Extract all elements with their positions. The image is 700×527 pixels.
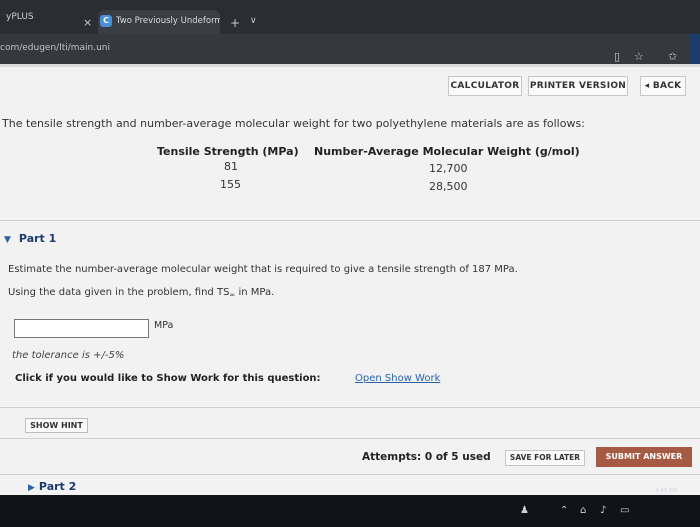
close-tab-icon[interactable]: × xyxy=(83,16,92,29)
section-divider xyxy=(0,407,700,408)
problem-intro: The tensile strength and number-average … xyxy=(2,117,585,130)
top-divider xyxy=(0,64,700,67)
caret-down-icon: ▼ xyxy=(4,235,11,245)
scroll-accent xyxy=(690,34,700,64)
part-2-title: Part 2 xyxy=(38,480,77,493)
battery-icon[interactable]: ▭ xyxy=(620,505,629,516)
section-divider xyxy=(0,220,700,221)
part-2-header[interactable]: ▶ Part 2 xyxy=(28,480,76,493)
answer-unit-label: MPa xyxy=(154,320,174,331)
open-show-work-link[interactable]: Open Show Work xyxy=(355,373,440,384)
table-cell: 155 xyxy=(220,178,241,191)
show-work-prompt: Click if you would like to Show Work for… xyxy=(15,373,321,384)
person-icon[interactable]: ♟ xyxy=(520,505,529,516)
network-icon[interactable]: ⌂ xyxy=(580,505,586,516)
tab-favicon-icon: C xyxy=(100,15,112,27)
table-cell: 28,500 xyxy=(429,180,468,193)
chevron-up-icon[interactable]: ⌃ xyxy=(560,505,568,516)
url-field[interactable]: com/edugen/lti/main.uni xyxy=(0,43,110,53)
answer-input[interactable] xyxy=(14,319,149,338)
attempts-counter: Attempts: 0 of 5 used xyxy=(362,451,491,463)
favorites-list-icon[interactable]: ✩ xyxy=(668,50,677,63)
taskbar-clock[interactable]: 4:45 PM xyxy=(655,488,677,494)
tolerance-text: the tolerance is +/-5% xyxy=(12,350,125,361)
browser-tab-active[interactable]: C Two Previously Undeformed xyxy=(98,10,220,34)
caret-right-icon: ▶ xyxy=(28,483,35,493)
volume-icon[interactable]: ♪ xyxy=(600,505,606,516)
section-divider xyxy=(0,438,700,439)
part-1-header[interactable]: ▼ Part 1 xyxy=(4,232,56,245)
browser-tab-wileyplus[interactable]: yPLUS xyxy=(0,8,95,34)
assignment-page: CALCULATOR PRINTER VERSION ◂ BACK The te… xyxy=(0,64,700,527)
taskbar xyxy=(0,495,700,527)
section-divider xyxy=(0,474,700,475)
question-text: Estimate the number-average molecular we… xyxy=(8,264,518,275)
calculator-button[interactable]: CALCULATOR xyxy=(448,76,522,96)
part-1-title: Part 1 xyxy=(18,232,57,245)
table-cell: 12,700 xyxy=(429,162,468,175)
instruction-suffix: in MPa. xyxy=(235,287,275,298)
printer-version-button[interactable]: PRINTER VERSION xyxy=(528,76,628,96)
browser-tab-title: Two Previously Undeformed xyxy=(116,16,220,26)
new-tab-icon[interactable]: + xyxy=(230,16,240,30)
submit-answer-button[interactable]: SUBMIT ANSWER xyxy=(596,447,692,467)
show-hint-button[interactable]: SHOW HINT xyxy=(25,418,88,433)
table-header-molecular-weight: Number-Average Molecular Weight (g/mol) xyxy=(314,145,580,158)
favorite-star-icon[interactable]: ☆ xyxy=(634,50,644,63)
table-header-tensile: Tensile Strength (MPa) xyxy=(157,145,299,158)
tab-menu-chevron-icon[interactable]: ∨ xyxy=(250,16,257,26)
instruction-prefix: Using the data given in the problem, fin… xyxy=(8,287,230,298)
reading-view-icon[interactable]: ▯ xyxy=(614,50,620,63)
back-button[interactable]: ◂ BACK xyxy=(640,76,686,96)
table-cell: 81 xyxy=(224,160,238,173)
question-instruction: Using the data given in the problem, fin… xyxy=(8,287,274,299)
address-bar: com/edugen/lti/main.uni xyxy=(0,34,700,64)
save-for-later-button[interactable]: SAVE FOR LATER xyxy=(505,450,585,466)
browser-tab-bar: yPLUS × C Two Previously Undeformed + ∨ xyxy=(0,0,700,34)
